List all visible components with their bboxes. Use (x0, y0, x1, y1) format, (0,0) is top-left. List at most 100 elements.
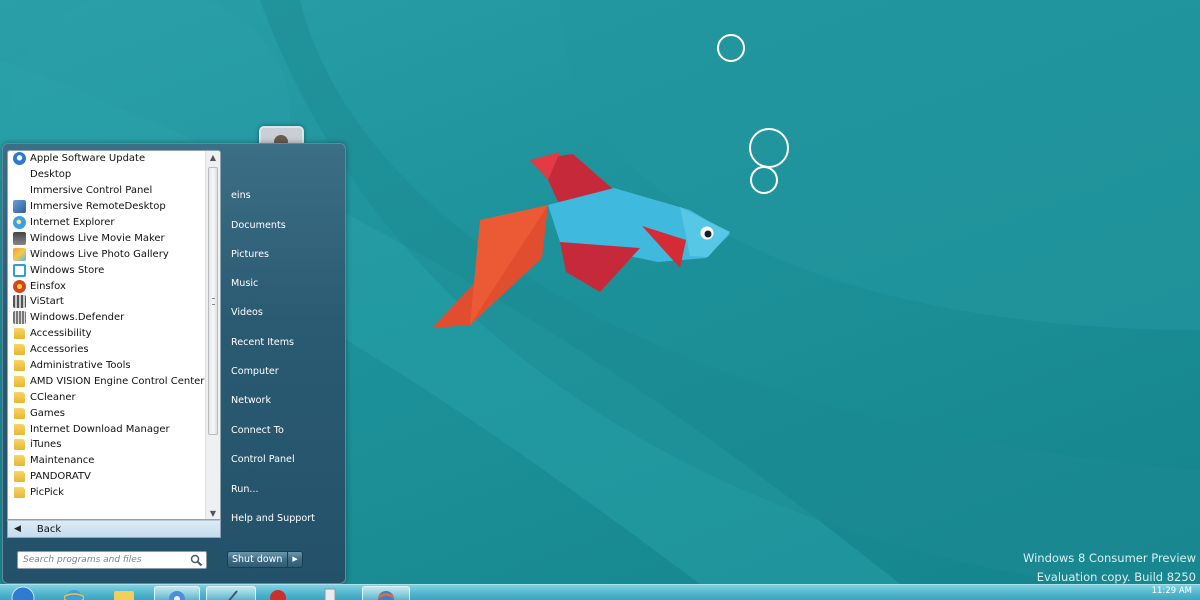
program-item[interactable]: Games (8, 405, 206, 421)
shutdown-options-arrow-icon[interactable]: ▶ (287, 552, 302, 567)
program-label: Maintenance (30, 455, 95, 467)
folder-icon (14, 471, 25, 483)
back-arrow-icon: ◀ (14, 524, 21, 534)
program-item[interactable]: Accessories (8, 342, 206, 358)
program-list-scrollbar[interactable]: ▲ ▼ (205, 151, 220, 519)
firefox-icon (378, 591, 394, 600)
program-label: PANDORATV (30, 471, 91, 483)
program-label: Internet Explorer (30, 217, 115, 228)
search-input[interactable] (18, 552, 186, 568)
pen-icon (228, 590, 238, 600)
taskbar: 11:29 AM (0, 584, 1200, 600)
program-label: Internet Download Manager (30, 423, 170, 435)
apple-update-icon (13, 152, 26, 166)
program-item[interactable]: PicPick (8, 485, 206, 501)
program-item[interactable]: Windows Store (8, 262, 206, 278)
store-icon (13, 263, 26, 277)
program-item[interactable]: PANDORATV (8, 469, 206, 485)
watermark-build: Evaluation copy. Build 8250 (1036, 570, 1196, 584)
folder-icon (14, 328, 25, 340)
places-item-user[interactable]: eins (227, 187, 339, 205)
program-item[interactable]: Internet Download Manager (8, 421, 206, 437)
vistart-icon (13, 295, 26, 309)
folder-icon (14, 455, 25, 467)
chrome-icon (169, 591, 185, 600)
scroll-down-arrow-icon[interactable]: ▼ (206, 507, 220, 519)
places-item-videos[interactable]: Videos (227, 304, 339, 322)
programs-pane: Apple Software Update Desktop Immersive Co… (7, 150, 221, 520)
scroll-up-arrow-icon[interactable]: ▲ (206, 151, 220, 165)
explorer-taskbar-icon[interactable] (112, 585, 136, 600)
program-label: Windows Live Photo Gallery (30, 248, 169, 260)
program-item[interactable]: CCleaner (8, 389, 206, 405)
program-label: iTunes (30, 439, 62, 451)
program-list[interactable]: Apple Software Update Desktop Immersive Co… (8, 151, 206, 519)
watermark-edition: Windows 8 Consumer Preview (1022, 551, 1196, 565)
internet-explorer-icon (13, 216, 26, 229)
folder-icon (14, 487, 25, 499)
program-item[interactable]: Accessibility (8, 326, 206, 342)
scrollbar-thumb[interactable] (208, 167, 218, 435)
back-button[interactable]: ◀ Back (7, 520, 221, 538)
places-item-computer[interactable]: Computer (227, 363, 339, 381)
shutdown-button[interactable]: Shut down ▶ (227, 551, 303, 568)
places-item-recent-items[interactable]: Recent Items (227, 334, 339, 352)
media-disc (270, 590, 286, 600)
photo-gallery-icon (13, 247, 26, 261)
document-taskbar-icon[interactable] (322, 585, 338, 600)
program-item[interactable]: Windows.Defender (8, 310, 206, 326)
folder-icon (14, 407, 25, 419)
search-icon[interactable] (190, 554, 203, 567)
program-label: Immersive Control Panel (30, 185, 153, 197)
program-label: Windows Store (30, 264, 105, 276)
program-label: CCleaner (30, 391, 76, 403)
media-taskbar-icon[interactable] (266, 585, 290, 600)
program-item[interactable]: Desktop (8, 167, 206, 183)
program-item[interactable]: iTunes (8, 437, 206, 453)
program-label: PicPick (30, 487, 64, 499)
program-label: Windows Live Movie Maker (30, 232, 165, 244)
places-item-run[interactable]: Run... (227, 481, 339, 499)
folder-icon (14, 439, 25, 451)
fish-belly-fin (560, 242, 640, 292)
places-item-help-support[interactable]: Help and Support (227, 510, 339, 528)
search-box[interactable] (17, 551, 207, 569)
program-item[interactable]: Einsfox (8, 278, 206, 294)
taskbar-clock[interactable]: 11:29 AM (1152, 586, 1192, 596)
program-label: Windows.Defender (30, 312, 125, 324)
fish-pupil (704, 230, 712, 238)
internet-explorer-taskbar-icon[interactable] (64, 585, 84, 600)
program-item[interactable]: Windows Live Movie Maker (8, 230, 206, 246)
program-item[interactable]: Internet Explorer (8, 215, 206, 231)
doc-shape (324, 588, 336, 600)
program-label: ViStart (30, 296, 64, 308)
program-item[interactable]: Apple Software Update (8, 151, 206, 167)
program-item[interactable]: AMD VISION Engine Control Center (8, 373, 206, 389)
magnifier-handle (196, 560, 203, 567)
firefox-taskbar-button[interactable] (362, 586, 410, 600)
start-orb-icon[interactable] (10, 585, 36, 600)
program-item[interactable]: Administrative Tools (8, 358, 206, 374)
pen-tool-taskbar-button[interactable] (206, 586, 256, 600)
places-item-connect-to[interactable]: Connect To (227, 422, 339, 440)
program-item[interactable]: ViStart (8, 294, 206, 310)
program-label: AMD VISION Engine Control Center (30, 375, 205, 387)
program-label: Accessibility (30, 328, 92, 340)
control-panel-icon (13, 200, 26, 214)
folder-icon (14, 375, 25, 387)
places-item-music[interactable]: Music (227, 275, 339, 293)
folder-shape (114, 591, 134, 600)
program-label: Immersive RemoteDesktop (30, 201, 166, 213)
chrome-taskbar-button[interactable] (154, 586, 200, 600)
start-menu: Apple Software Update Desktop Immersive Co… (2, 143, 346, 584)
places-item-pictures[interactable]: Pictures (227, 246, 339, 264)
program-item[interactable]: Maintenance (8, 453, 206, 469)
program-item[interactable]: Windows Live Photo Gallery (8, 246, 206, 262)
places-item-documents[interactable]: Documents (227, 217, 339, 235)
program-label: Accessories (30, 344, 89, 356)
program-item[interactable]: Immersive Control Panel (8, 183, 206, 199)
places-item-control-panel[interactable]: Control Panel (227, 451, 339, 469)
pen-stroke (228, 590, 238, 600)
places-item-network[interactable]: Network (227, 392, 339, 410)
program-item[interactable]: Immersive RemoteDesktop (8, 199, 206, 215)
